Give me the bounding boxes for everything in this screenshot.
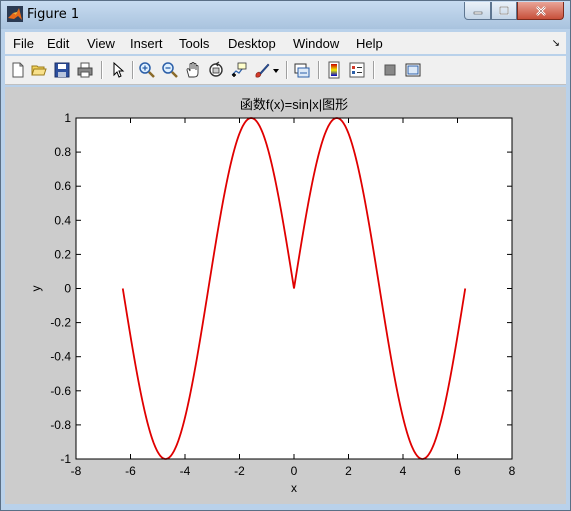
menu-help[interactable]: Help — [356, 36, 383, 51]
y-tick-label: 0.8 — [54, 145, 71, 159]
menu-file[interactable]: File — [13, 36, 34, 51]
y-tick-label: 0.4 — [54, 213, 71, 227]
figure-toolbar — [5, 56, 566, 85]
chart-title: 函数f(x)=sin|x|图形 — [240, 97, 348, 112]
insert-colorbar-icon[interactable] — [325, 61, 343, 79]
y-tick-label: 0 — [64, 282, 71, 296]
x-tick-label: -4 — [180, 464, 191, 478]
x-tick-label: 8 — [509, 464, 516, 478]
hide-plot-tools-icon[interactable] — [381, 61, 399, 79]
x-tick-label: -8 — [71, 464, 82, 478]
matlab-logo-icon — [7, 6, 23, 22]
save-icon[interactable] — [53, 61, 71, 79]
rotate-3d-icon[interactable] — [207, 61, 225, 79]
toolbar-separator — [318, 61, 320, 79]
figure-canvas: -8 -6 -4 -2 0 2 4 6 8 -1 -0.8 -0.6 -0.4 -0.2 0 0.2 0.4 0.… — [5, 87, 566, 504]
maximize-icon — [499, 5, 509, 15]
y-axis-label: y — [29, 286, 43, 292]
y-tick-label: -1 — [60, 452, 71, 466]
print-icon[interactable] — [76, 61, 94, 79]
plot-svg: -8 -6 -4 -2 0 2 4 6 8 -1 -0.8 -0.6 -0.4 -0.2 0 0.2 0.4 0.… — [29, 97, 516, 495]
menu-edit[interactable]: Edit — [47, 36, 69, 51]
pan-hand-icon[interactable] — [184, 61, 202, 79]
x-axis-label: x — [291, 481, 297, 495]
menu-window[interactable]: Window — [293, 36, 339, 51]
y-tick-label: -0.6 — [50, 384, 71, 398]
x-tick-label: -2 — [234, 464, 245, 478]
window-title: Figure 1 — [27, 7, 80, 22]
brush-icon[interactable] — [253, 61, 271, 79]
x-tick-label: -6 — [125, 464, 136, 478]
close-button[interactable] — [517, 2, 564, 20]
y-tick-label: -0.2 — [50, 316, 71, 330]
close-icon — [535, 5, 546, 16]
y-tick-label: 0.6 — [54, 179, 71, 193]
y-tick-label: -0.4 — [50, 350, 71, 364]
edit-plot-arrow-icon[interactable] — [108, 61, 126, 79]
y-tick-label: 0.2 — [54, 247, 71, 261]
data-cursor-icon[interactable] — [230, 61, 248, 79]
figure-window: Figure 1 File Edit View Insert Tools Des… — [0, 0, 571, 511]
toolbar-separator — [373, 61, 375, 79]
y-tick-label: 1 — [64, 111, 71, 125]
title-bar[interactable]: Figure 1 — [1, 1, 570, 29]
menu-view[interactable]: View — [87, 36, 115, 51]
toolbar-separator — [132, 61, 134, 79]
minimize-icon — [473, 11, 482, 14]
menu-tools[interactable]: Tools — [179, 36, 209, 51]
chevron-icon[interactable]: ↘ — [552, 38, 560, 49]
link-plot-icon[interactable] — [293, 61, 311, 79]
insert-legend-icon[interactable] — [348, 61, 366, 79]
menu-desktop[interactable]: Desktop — [228, 36, 276, 51]
toolbar-separator — [286, 61, 288, 79]
menu-insert[interactable]: Insert — [130, 36, 163, 51]
x-tick-label: 4 — [400, 464, 407, 478]
y-tick-label: -0.8 — [50, 418, 71, 432]
toolbar-separator — [101, 61, 103, 79]
minimize-button[interactable] — [464, 2, 491, 20]
x-tick-label: 2 — [345, 464, 352, 478]
x-tick-label: 0 — [291, 464, 298, 478]
show-plot-tools-icon[interactable] — [404, 61, 422, 79]
zoom-out-icon[interactable] — [161, 61, 179, 79]
open-file-icon[interactable] — [30, 61, 48, 79]
maximize-button[interactable] — [491, 2, 517, 20]
brush-dropdown-icon[interactable] — [271, 61, 281, 79]
menu-bar: File Edit View Insert Tools Desktop Wind… — [5, 32, 566, 54]
zoom-in-icon[interactable] — [138, 61, 156, 79]
x-tick-label: 6 — [454, 464, 461, 478]
new-figure-icon[interactable] — [9, 61, 27, 79]
